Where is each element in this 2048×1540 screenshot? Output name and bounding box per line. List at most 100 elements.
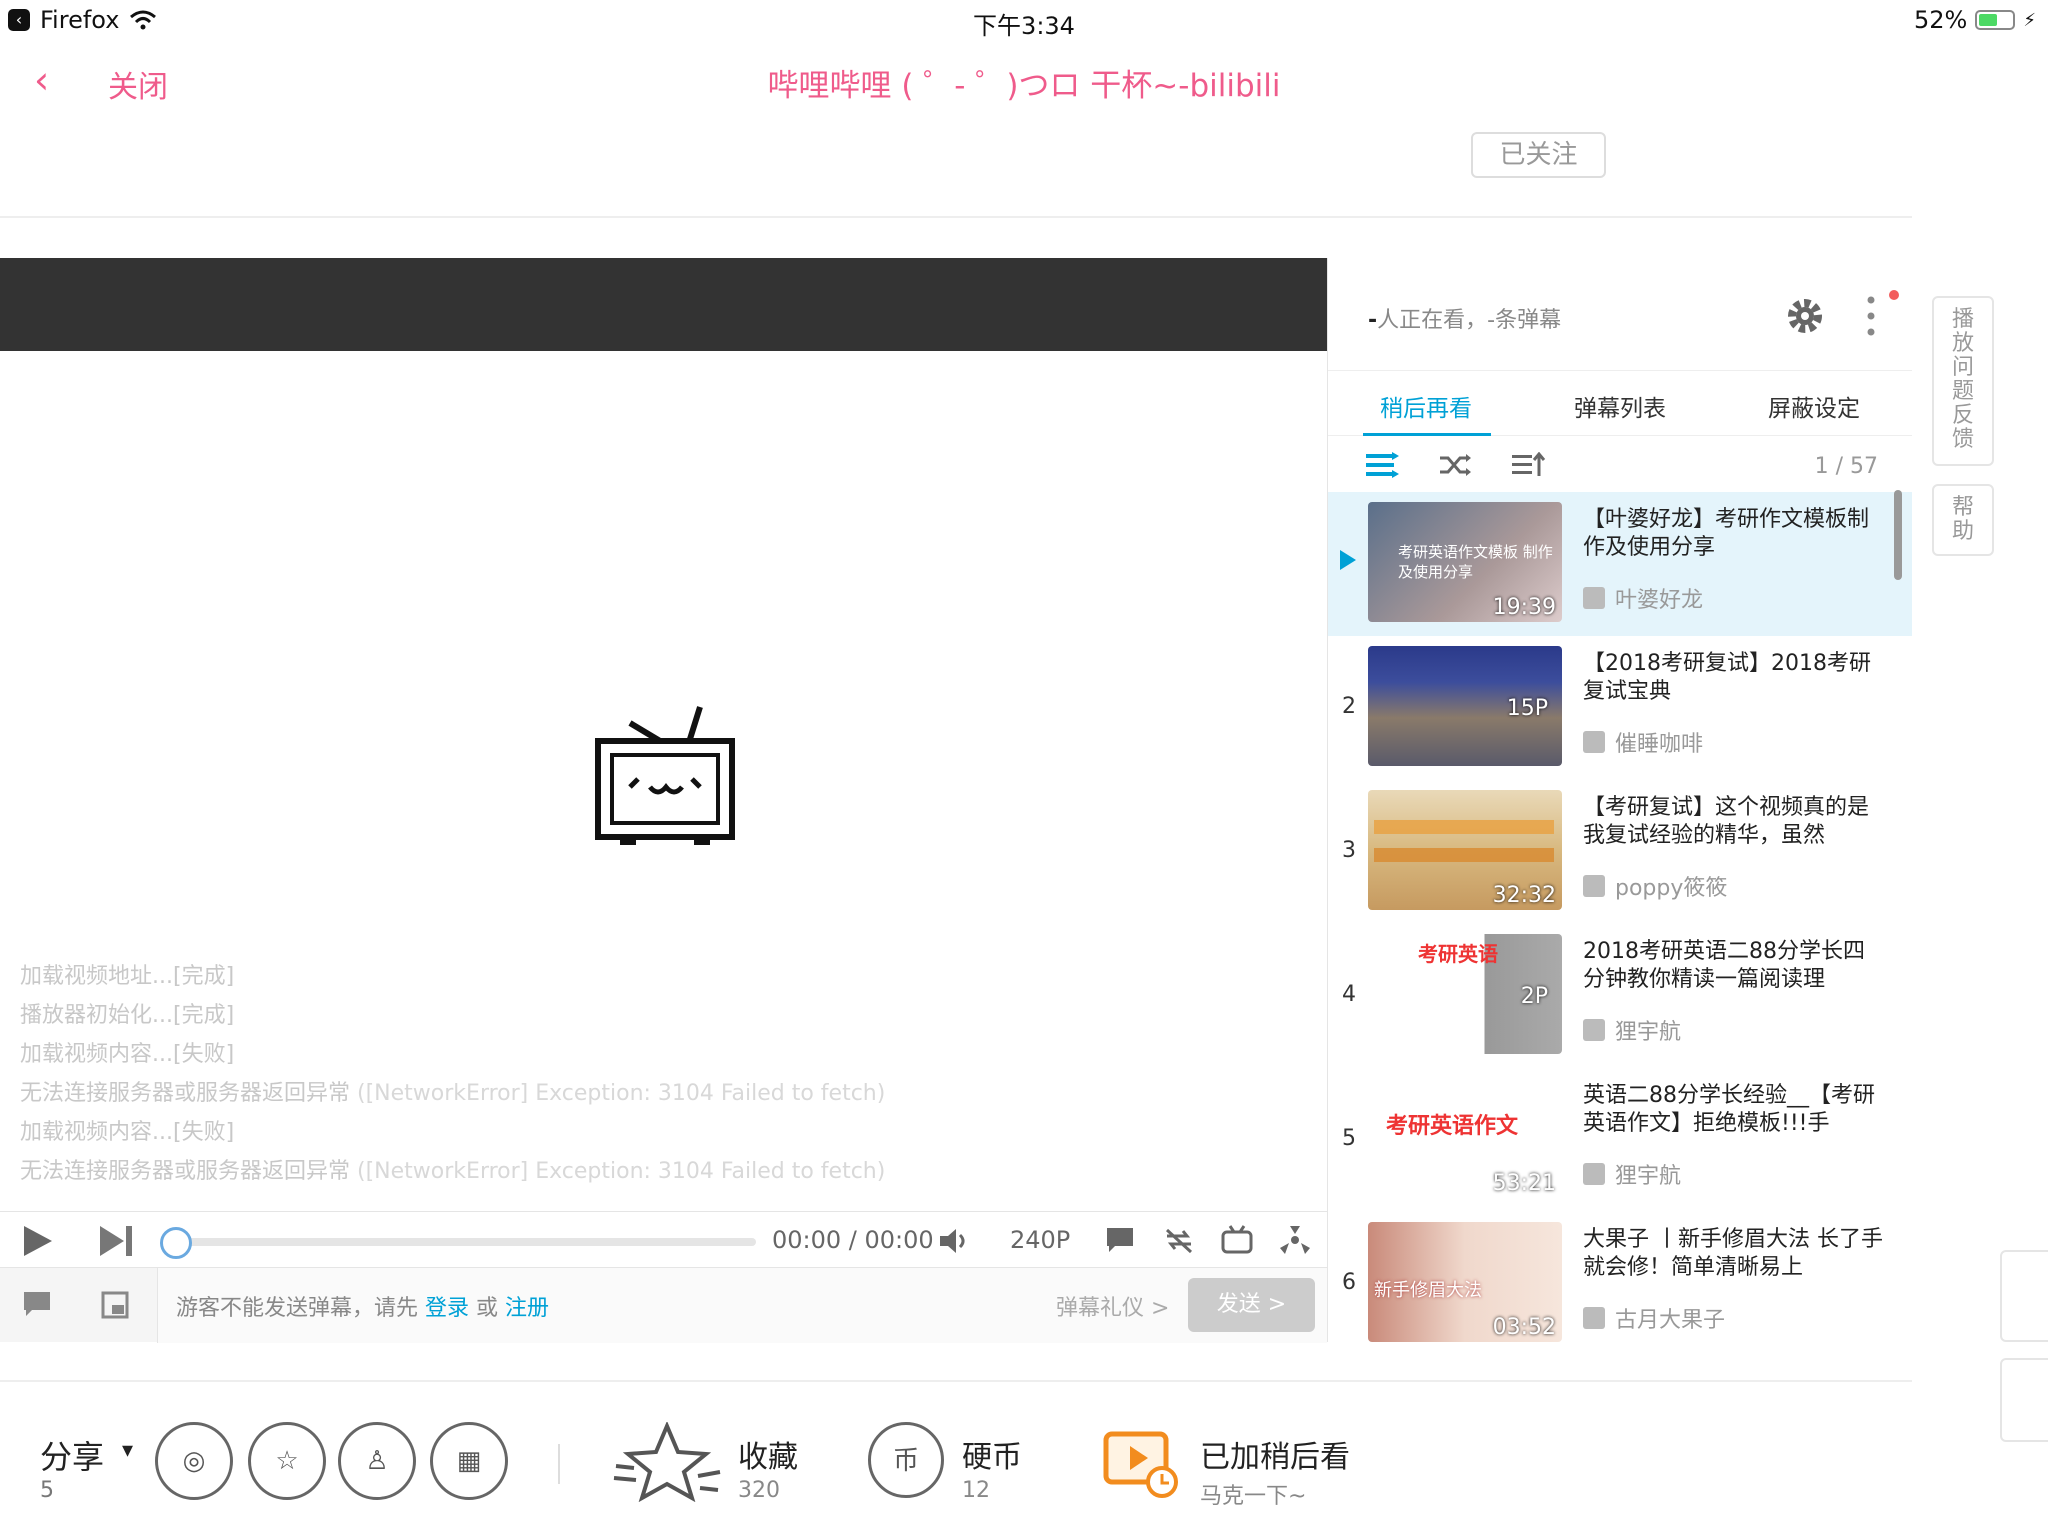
follow-button[interactable]: 已关注 [1471, 132, 1606, 178]
favorite-star-icon[interactable] [610, 1422, 725, 1502]
watch-later-label[interactable]: 已加稍后看 [1200, 1432, 1350, 1476]
qzone-share-icon[interactable]: ☆ [248, 1422, 326, 1500]
thumbnail-band [1374, 820, 1554, 834]
viewer-count: -人正在看，-条弹幕 [1368, 302, 1561, 334]
video-parts: 15P [1506, 696, 1548, 721]
video-player[interactable]: 加载视频地址...[完成] 播放器初始化...[完成] 加载视频内容...[失败… [0, 351, 1327, 1211]
playlist-item[interactable]: 3 32:32 【考研复试】这个视频真的是我复试经验的精华，虽然 poppy筱筱 [1328, 780, 1912, 924]
playlist-item[interactable]: 5 考研英语作文 53:21 英语二88分学长经验__【考研英语作文】拒绝模板!… [1328, 1068, 1912, 1212]
share-count: 5 [40, 1478, 54, 1503]
progress-knob[interactable] [160, 1227, 192, 1259]
navigation-bar: ‹ 关闭 哔哩哔哩 ( ゜- ゜)つロ 干杯~-bilibili [0, 40, 2048, 130]
tieba-share-icon[interactable]: ▦ [430, 1422, 508, 1500]
video-duration: 53:21 [1492, 1171, 1556, 1196]
back-to-top-button[interactable] [2000, 1250, 2048, 1342]
danmaku-login-prompt: 游客不能发送弹幕，请先 登录 或 注册 [176, 1290, 549, 1322]
uploader: 古月大果子 [1583, 1302, 1725, 1334]
item-index: 2 [1342, 694, 1356, 719]
danmaku-etiquette-link[interactable]: 弹幕礼仪 > [1056, 1290, 1169, 1322]
uploader: poppy筱筱 [1583, 870, 1727, 902]
playlist-toolbar: 1 / 57 [1328, 436, 1912, 492]
coin-label[interactable]: 硬币 [962, 1432, 1022, 1476]
widescreen-icon[interactable] [1220, 1224, 1254, 1254]
uploader-name: 叶婆好龙 [1615, 588, 1704, 613]
weibo-share-icon[interactable]: ◎ [155, 1422, 233, 1500]
more-options-icon[interactable] [1866, 294, 1876, 338]
video-parts: 2P [1520, 984, 1548, 1009]
help-label: 帮助 [1951, 495, 1974, 544]
danmaku-settings-icon[interactable] [100, 1290, 130, 1320]
share-label[interactable]: 分享 [40, 1432, 104, 1478]
feedback-label: 播放问题反馈 [1951, 307, 1974, 452]
quality-button[interactable]: 240P [1010, 1226, 1070, 1254]
loop-icon[interactable] [1163, 1226, 1195, 1254]
coin-icon[interactable]: 币 [868, 1422, 944, 1498]
favorite-label[interactable]: 收藏 [738, 1432, 798, 1476]
video-title: 大果子 丨新手修眉大法 长了手就会修！简单清晰易上 [1583, 1227, 1883, 1280]
log-line: 加载视频内容...[失败] [20, 1042, 235, 1067]
tab-block-settings[interactable]: 屏蔽设定 [1768, 389, 1860, 423]
next-icon[interactable] [98, 1224, 134, 1258]
item-index: 6 [1342, 1270, 1356, 1295]
video-duration: 32:32 [1492, 883, 1556, 908]
danmaku-toggle-icon[interactable] [1105, 1226, 1135, 1254]
video-title: 【叶婆好龙】考研作文模板制作及使用分享 [1583, 507, 1870, 560]
side-widget[interactable] [2000, 1358, 2048, 1442]
tab-danmaku-list[interactable]: 弹幕列表 [1574, 389, 1666, 423]
or-text: 或 [476, 1296, 499, 1321]
gear-icon[interactable] [1783, 294, 1827, 338]
uploader-icon [1583, 587, 1605, 609]
progress-track[interactable] [162, 1238, 756, 1246]
list-loop-icon[interactable] [1512, 452, 1546, 478]
send-danmaku-button[interactable]: 发送 > [1188, 1278, 1315, 1332]
tab-watch-later[interactable]: 稍后再看 [1380, 389, 1472, 423]
notification-dot [1889, 290, 1899, 300]
log-line: 加载视频地址...[完成] [20, 964, 235, 989]
charging-icon: ⚡ [2023, 9, 2036, 31]
log-line: 无法连接服务器或服务器返回异常 ([NetworkError] Exceptio… [20, 1152, 885, 1191]
page-title: 哔哩哔哩 ( ゜- ゜)つロ 干杯~-bilibili [767, 68, 1281, 104]
playlist-item[interactable]: 2 15P 【2018考研复试】2018考研复试宝典 催睡咖啡 [1328, 636, 1912, 780]
share-dropdown-icon[interactable]: ▾ [122, 1438, 133, 1463]
item-index: 3 [1342, 838, 1356, 863]
volume-icon[interactable] [938, 1226, 970, 1256]
video-title: 英语二88分学长经验__【考研英语作文】拒绝模板!!!手 [1583, 1083, 1875, 1136]
playlist-item[interactable]: 考研英语作文模板 制作及使用分享 19:39 【叶婆好龙】考研作文模板制作及使用… [1328, 492, 1912, 636]
watch-later-icon[interactable] [1100, 1426, 1180, 1502]
uploader-name: poppy筱筱 [1615, 876, 1728, 901]
danmaku-style-icon[interactable] [22, 1290, 52, 1318]
video-thumbnail: 考研英语作文 53:21 [1368, 1078, 1562, 1198]
side-panel: -人正在看，-条弹幕 稍后再看 弹幕列表 屏蔽设定 1 / 57 考研英语作文模… [1327, 258, 1912, 1342]
uploader-icon [1583, 1019, 1605, 1041]
play-icon[interactable] [20, 1224, 54, 1258]
viewer-number: - [1368, 308, 1378, 333]
list-order-icon[interactable] [1366, 452, 1400, 478]
uploader-icon [1583, 875, 1605, 897]
playlist-item[interactable]: 4 考研英语 2P 2018考研英语二88分学长四分钟教你精读一篇阅读理 狸宇航 [1328, 924, 1912, 1068]
uploader-name: 古月大果子 [1615, 1308, 1726, 1333]
divider [0, 216, 1912, 218]
player-log: 加载视频地址...[完成] 播放器初始化...[完成] 加载视频内容...[失败… [20, 957, 885, 1191]
video-thumbnail: 32:32 [1368, 790, 1562, 910]
uploader-name: 狸宇航 [1615, 1020, 1682, 1045]
log-error-detail: ([NetworkError] Exception: 3104 Failed t… [357, 1081, 886, 1106]
video-duration: 03:52 [1492, 1315, 1556, 1340]
uploader-name: 狸宇航 [1615, 1164, 1682, 1189]
uploader: 催睡咖啡 [1583, 726, 1703, 758]
uploader-icon [1583, 731, 1605, 753]
shuffle-icon[interactable] [1438, 452, 1472, 478]
log-error-text: 无法连接服务器或服务器返回异常 [20, 1159, 351, 1184]
item-index: 4 [1342, 982, 1356, 1007]
help-button[interactable]: 帮助 [1932, 484, 1994, 556]
playlist-scrollbar[interactable] [1894, 490, 1902, 580]
playlist-item[interactable]: 6 新手修眉大法 03:52 大果子 丨新手修眉大法 长了手就会修！简单清晰易上… [1328, 1212, 1912, 1342]
video-title: 2018考研英语二88分学长四分钟教你精读一篇阅读理 [1583, 939, 1865, 992]
video-title: 【考研复试】这个视频真的是我复试经验的精华，虽然 [1583, 795, 1870, 848]
feedback-button[interactable]: 播放问题反馈 [1932, 296, 1994, 466]
now-playing-icon [1340, 550, 1356, 570]
fullscreen-icon[interactable] [1278, 1224, 1312, 1256]
action-bar: 分享 ▾ 5 ◎ ☆ ♙ ▦ 收藏 320 币 硬币 12 已加稍后看 马克一下… [0, 1380, 1912, 1540]
qq-share-icon[interactable]: ♙ [338, 1422, 416, 1500]
register-link[interactable]: 注册 [505, 1296, 549, 1321]
login-link[interactable]: 登录 [425, 1296, 469, 1321]
